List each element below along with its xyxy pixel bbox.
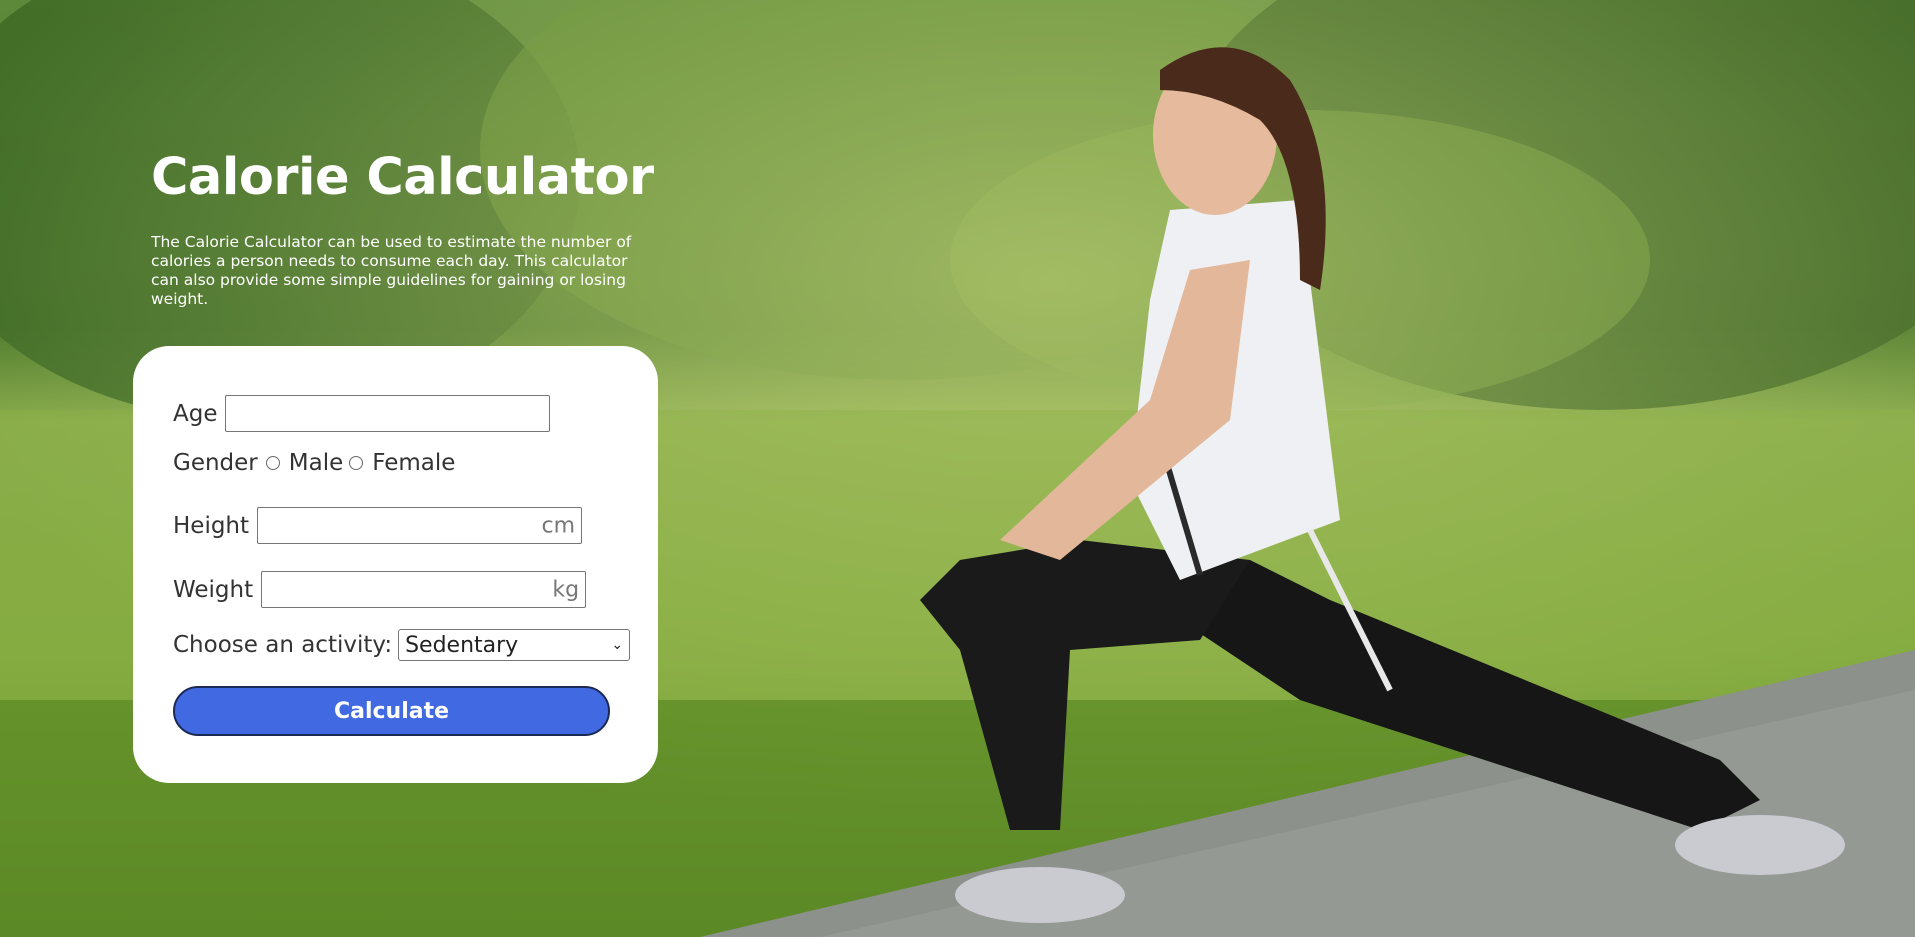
- activity-label: Choose an activity:: [173, 632, 393, 658]
- gender-row: Gender Male Female: [173, 448, 455, 478]
- age-label: Age: [173, 400, 218, 427]
- height-unit: cm: [541, 513, 576, 538]
- page: Calorie Calculator The Calorie Calculato…: [0, 0, 1915, 937]
- gender-label: Gender: [173, 450, 258, 476]
- weight-row: Weight kg: [173, 571, 587, 608]
- height-label: Height: [173, 512, 250, 539]
- activity-select[interactable]: Sedentary ⌄: [398, 629, 631, 661]
- gender-female-radio[interactable]: [349, 456, 364, 470]
- height-input[interactable]: cm: [257, 507, 583, 544]
- gender-male-label[interactable]: Male: [289, 450, 343, 476]
- height-row: Height cm: [173, 507, 583, 544]
- weight-input[interactable]: kg: [261, 571, 587, 608]
- gender-male-radio[interactable]: [265, 456, 280, 470]
- calculate-button[interactable]: Calculate: [173, 686, 610, 736]
- age-input[interactable]: [225, 395, 551, 432]
- weight-label: Weight: [173, 576, 254, 603]
- page-description: The Calorie Calculator can be used to es…: [151, 233, 632, 308]
- page-title: Calorie Calculator: [151, 148, 654, 207]
- activity-row: Choose an activity: Sedentary ⌄: [173, 629, 631, 661]
- chevron-down-icon: ⌄: [611, 637, 624, 653]
- weight-unit: kg: [552, 577, 580, 602]
- activity-selected-value: Sedentary: [405, 632, 519, 658]
- age-row: Age: [173, 395, 551, 432]
- gender-female-label[interactable]: Female: [372, 450, 455, 476]
- calculator-form-card: Age Gender Male Female Height cm Weight …: [133, 346, 658, 783]
